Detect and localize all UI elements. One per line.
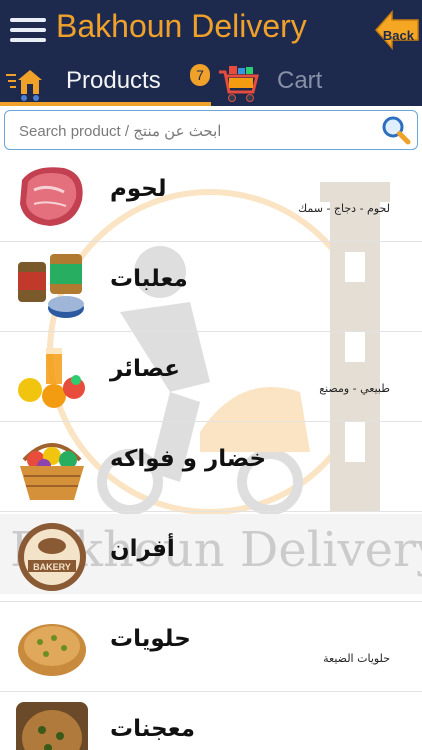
category-row-vegetables-fruits[interactable]: خضار و فواكه <box>0 422 422 512</box>
search-bar <box>4 110 418 150</box>
svg-text:BAKERY: BAKERY <box>33 562 71 572</box>
category-row-canned[interactable]: معلبات <box>0 242 422 332</box>
tab-bar: Products Cart <box>0 62 422 106</box>
category-name: عصائر <box>110 356 180 382</box>
fruit-basket-icon <box>20 443 84 500</box>
tab-products-label: Products <box>66 67 161 94</box>
top-bar: Bakhoun Delivery Back <box>0 0 422 62</box>
menu-icon[interactable] <box>10 12 46 48</box>
category-name: معلبات <box>110 266 188 292</box>
search-input[interactable] <box>17 117 381 145</box>
category-list: Bakhoun Delivery لحوم لحوم - دجاج - سمك … <box>0 152 422 750</box>
bakery-icon: BAKERY <box>18 523 86 591</box>
meat-icon <box>20 167 83 226</box>
juice-icon <box>18 348 85 408</box>
category-subtitle: لحوم - دجاج - سمك <box>298 202 390 215</box>
category-row-juice[interactable]: عصائر طبيعي - ومصنع <box>0 332 422 422</box>
category-row-sweets[interactable]: حلويات حلويات الضيعة <box>0 602 422 692</box>
category-name: خضار و فواكه <box>110 446 267 472</box>
category-row-meat[interactable]: لحوم لحوم - دجاج - سمك <box>0 152 422 242</box>
active-tab-indicator <box>0 102 211 106</box>
category-name: حلويات <box>110 626 191 652</box>
category-name: لحوم <box>110 176 167 202</box>
tab-products[interactable]: Products <box>0 62 211 106</box>
search-icon[interactable] <box>381 115 411 145</box>
shopping-cart-icon <box>219 66 259 102</box>
pastry-icon <box>16 702 88 750</box>
back-label: Back <box>382 28 414 43</box>
cart-count-badge: 7 <box>190 64 210 86</box>
category-row-pastries[interactable]: معجنات <box>0 692 422 750</box>
category-subtitle: طبيعي - ومصنع <box>319 382 390 395</box>
tab-cart[interactable]: Cart <box>211 62 422 106</box>
app-title: Bakhoun Delivery <box>56 8 307 44</box>
back-button[interactable]: Back <box>374 8 420 52</box>
category-row-bakery[interactable]: BAKERY أفران <box>0 512 422 602</box>
shopping-home-icon <box>6 70 42 101</box>
sweets-icon <box>18 624 86 676</box>
category-subtitle: حلويات الضيعة <box>323 652 390 665</box>
tab-cart-label: Cart <box>277 67 323 94</box>
category-name: معجنات <box>110 716 195 742</box>
category-name: أفران <box>110 536 175 562</box>
canned-goods-icon <box>18 254 84 318</box>
